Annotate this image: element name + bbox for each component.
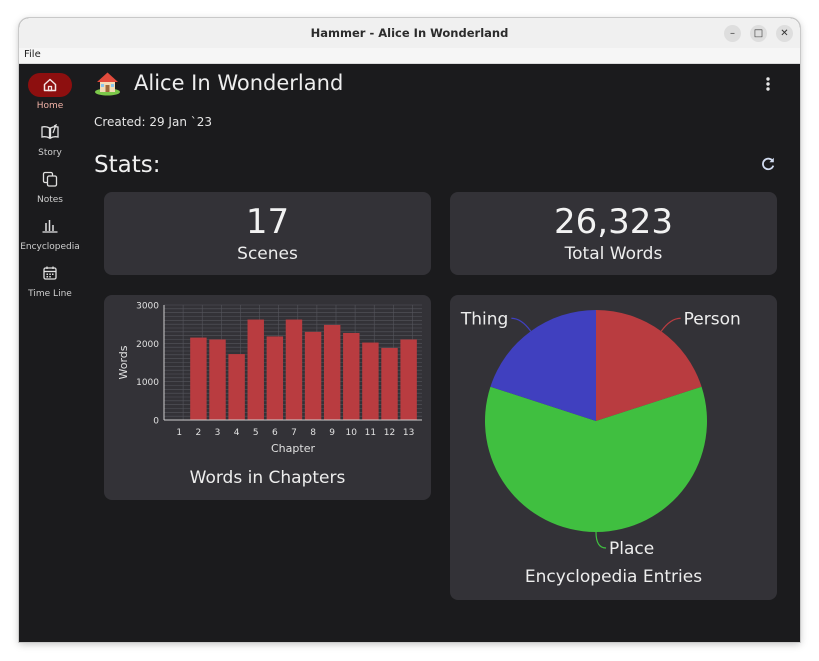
scenes-card: 17 Scenes bbox=[104, 192, 431, 275]
nav-home-highlight bbox=[28, 73, 72, 97]
x-tick-label: 12 bbox=[384, 428, 395, 438]
nav-notes-icon-wrap bbox=[28, 167, 72, 191]
words-chart-card: 0 1000 2000 3000 1 2 3 4 5 6 7 8 9 10 11 12 13 Chapter Wor… bbox=[104, 295, 431, 500]
maximize-button[interactable]: □ bbox=[750, 25, 767, 42]
window-title: Hammer - Alice In Wonderland bbox=[310, 26, 509, 40]
words-chart-title: Words in Chapters bbox=[189, 468, 346, 488]
calendar-icon bbox=[43, 266, 57, 280]
x-tick-label: 5 bbox=[253, 428, 259, 438]
x-tick-label: 10 bbox=[346, 428, 358, 438]
bar-chart-icon bbox=[42, 220, 58, 233]
pie-label: Place bbox=[609, 539, 654, 559]
total-words-card: 26,323 Total Words bbox=[450, 192, 777, 275]
y-tick-label: 2000 bbox=[136, 340, 159, 350]
close-button[interactable]: ✕ bbox=[776, 25, 793, 42]
nav-label-story: Story bbox=[38, 148, 62, 158]
nav-story-icon-wrap bbox=[28, 120, 72, 144]
x-tick-label: 2 bbox=[196, 428, 202, 438]
y-tick-label: 1000 bbox=[136, 378, 159, 388]
nav-label-home: Home bbox=[36, 101, 64, 111]
nav-label-encyclopedia: Encyclopedia bbox=[20, 242, 80, 252]
chart-bar bbox=[228, 354, 245, 420]
pie-leader-line bbox=[595, 531, 607, 549]
y-axis-label: Words bbox=[117, 345, 130, 379]
x-tick-label: 4 bbox=[234, 428, 240, 438]
chart-bar bbox=[323, 324, 341, 420]
chart-bar bbox=[304, 331, 322, 420]
title-bar: Hammer - Alice In Wonderland – □ ✕ bbox=[19, 18, 800, 49]
chart-bar bbox=[190, 337, 207, 420]
chart-bar bbox=[343, 332, 360, 420]
x-tick-label: 11 bbox=[365, 428, 376, 438]
x-tick-label: 7 bbox=[291, 428, 297, 438]
home-icon bbox=[43, 78, 57, 92]
x-tick-label: 8 bbox=[310, 428, 316, 438]
pie-leader-line bbox=[660, 317, 681, 332]
menu-bar: File bbox=[19, 48, 800, 64]
pie-label: Person bbox=[684, 309, 741, 329]
book-icon bbox=[41, 124, 59, 140]
nav-timeline-icon-wrap bbox=[28, 261, 72, 285]
notes-icon bbox=[42, 171, 58, 187]
x-axis-label: Chapter bbox=[271, 442, 315, 455]
encyclopedia-pie-chart: Person Place Thing bbox=[460, 309, 741, 559]
words-bar-chart: 01000200030001 2 3 4 5 6 7 8 9 10 11 12 13ChapterWor… bbox=[117, 302, 422, 455]
x-tick-label: 3 bbox=[215, 428, 221, 438]
chart-bar bbox=[209, 339, 226, 420]
chart-bar bbox=[285, 319, 303, 420]
stats-heading: Stats: bbox=[94, 152, 161, 178]
project-title: Alice In Wonderland bbox=[134, 71, 344, 95]
pie-label: Thing bbox=[460, 309, 508, 329]
menu-file[interactable]: File bbox=[24, 49, 41, 60]
chart-bar bbox=[266, 336, 284, 420]
app-content: Home Story Notes Encyclopedia Time Line … bbox=[19, 64, 800, 642]
scenes-count: 17 bbox=[245, 202, 290, 242]
chart-bar bbox=[247, 319, 264, 420]
encyclopedia-chart-title: Encyclopedia Entries bbox=[524, 567, 703, 587]
scenes-label: Scenes bbox=[237, 244, 298, 264]
y-tick-label: 3000 bbox=[136, 302, 159, 312]
x-tick-label: 6 bbox=[272, 428, 278, 438]
chart-bar bbox=[400, 339, 417, 420]
pie-leader-line bbox=[511, 317, 532, 332]
x-tick-label: 9 bbox=[329, 428, 335, 438]
refresh-icon[interactable] bbox=[760, 156, 776, 172]
x-tick-label: 13 bbox=[403, 428, 414, 438]
chart-bar bbox=[362, 342, 379, 420]
created-date: Created: 29 Jan `23 bbox=[94, 115, 213, 129]
nav-label-timeline: Time Line bbox=[28, 289, 72, 299]
app-window: Hammer - Alice In Wonderland – □ ✕ File … bbox=[19, 18, 800, 642]
chart-bar bbox=[381, 347, 398, 420]
encyclopedia-chart-card: Person Place Thing Encyclopedia Entries bbox=[450, 295, 777, 600]
minimize-button[interactable]: – bbox=[724, 25, 741, 42]
y-tick-label: 0 bbox=[153, 417, 159, 427]
more-vert-icon[interactable] bbox=[762, 75, 774, 93]
nav-label-notes: Notes bbox=[37, 195, 63, 205]
house-logo-icon bbox=[95, 72, 120, 96]
nav-encyclopedia-icon-wrap bbox=[28, 214, 72, 238]
total-words-count: 26,323 bbox=[554, 202, 673, 242]
x-tick-label: 1 bbox=[176, 428, 182, 438]
total-words-label: Total Words bbox=[564, 244, 663, 264]
